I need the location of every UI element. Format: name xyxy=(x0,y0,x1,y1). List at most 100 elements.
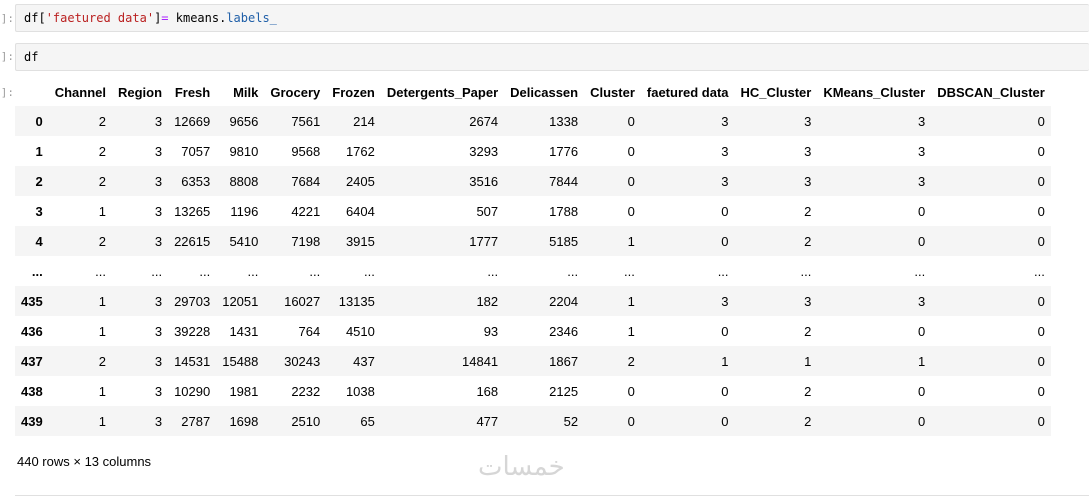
table-cell: 0 xyxy=(1037,353,1045,369)
column-header: Frozen xyxy=(332,84,375,100)
table-cell: 2 xyxy=(98,233,106,249)
table-cell: ... xyxy=(624,263,635,279)
table-row: 437 2 3 14531 15488 30243 437 14841 1867 2 1 1 1 0 xyxy=(15,346,1051,376)
row-index: 439 xyxy=(21,413,43,429)
cell-1-prompt: ]: xyxy=(0,12,14,25)
row-index: 1 xyxy=(35,143,43,159)
table-cell: 477 xyxy=(476,413,499,429)
table-cell: 1 xyxy=(627,233,635,249)
table-cell: 0 xyxy=(1037,143,1045,159)
table-cell: 1 xyxy=(98,203,106,219)
table-cell: 7844 xyxy=(549,173,579,189)
table-row: 436 1 3 39228 1431 764 4510 93 2346 1 0 2 0 0 xyxy=(15,316,1051,346)
column-header: faetured data xyxy=(646,84,729,100)
table-cell: 9568 xyxy=(291,143,321,159)
table-cell: 16027 xyxy=(284,293,321,309)
table-cell: ... xyxy=(567,263,579,279)
table-row: ........................................… xyxy=(15,256,1051,286)
table-cell: 3 xyxy=(804,113,812,129)
table-cell: 3 xyxy=(917,113,926,129)
table-cell: 1 xyxy=(627,293,635,309)
code-cell-1-input[interactable]: df['faetured data']= kmeans.labels_ xyxy=(15,4,1089,32)
table-cell: 3 xyxy=(917,173,926,189)
table-cell: ... xyxy=(309,263,321,279)
code-token: kmeans. xyxy=(168,11,227,25)
code-cell-2-input[interactable]: df xyxy=(15,43,1089,71)
table-cell: 3293 xyxy=(469,143,499,159)
table-cell: 1 xyxy=(917,353,926,369)
table-cell: 0 xyxy=(1037,173,1045,189)
table-cell: 0 xyxy=(1037,413,1045,429)
table-cell: ... xyxy=(800,263,812,279)
table-cell: 3 xyxy=(721,143,729,159)
table-cell: 507 xyxy=(476,203,499,219)
table-cell: 15488 xyxy=(222,353,259,369)
table-cell: 0 xyxy=(1037,113,1045,129)
table-cell: 3 xyxy=(804,173,812,189)
table-cell: 2 xyxy=(804,323,812,339)
column-header: Region xyxy=(118,84,163,100)
table-cell: 168 xyxy=(476,383,499,399)
table-cell: 10290 xyxy=(174,383,211,399)
table-cell: 1 xyxy=(804,353,812,369)
table-cell: 1 xyxy=(98,323,106,339)
table-cell: 182 xyxy=(476,293,499,309)
table-cell: 1788 xyxy=(549,203,579,219)
index-header xyxy=(15,78,49,106)
table-cell: 29703 xyxy=(174,293,211,309)
code-token: labels_ xyxy=(226,11,277,25)
table-cell: 3 xyxy=(154,353,163,369)
table-cell: 3 xyxy=(721,293,729,309)
table-row: 4 2 3 22615 5410 7198 3915 1777 5185 1 0 2 0 0 xyxy=(15,226,1051,256)
table-row: 2 2 3 6353 8808 7684 2405 3516 7844 0 3 3 3 0 xyxy=(15,166,1051,196)
table-cell: 13265 xyxy=(174,203,211,219)
table-row: 1 2 3 7057 9810 9568 1762 3293 1776 0 3 3 3 0 xyxy=(15,136,1051,166)
table-cell: 2 xyxy=(804,233,812,249)
row-index: 437 xyxy=(21,353,43,369)
table-cell: 0 xyxy=(627,383,635,399)
table-cell: 0 xyxy=(1037,233,1045,249)
table-cell: 5410 xyxy=(229,233,259,249)
table-cell: 93 xyxy=(483,323,499,339)
table-cell: 2 xyxy=(98,173,106,189)
table-cell: 22615 xyxy=(174,233,211,249)
table-cell: 2 xyxy=(627,353,635,369)
table-cell: 1 xyxy=(98,293,106,309)
table-cell: 0 xyxy=(1037,203,1045,219)
table-cell: 2405 xyxy=(345,173,375,189)
table-cell: 1981 xyxy=(229,383,259,399)
table-cell: 214 xyxy=(353,113,375,129)
table-cell: ... xyxy=(1034,263,1045,279)
table-cell: ... xyxy=(364,263,375,279)
table-cell: 0 xyxy=(721,323,729,339)
table-cell: 1762 xyxy=(345,143,375,159)
table-cell: 7684 xyxy=(291,173,321,189)
row-index: 4 xyxy=(35,233,43,249)
table-cell: 0 xyxy=(627,143,635,159)
dataframe-shape-text: 440 rows × 13 columns xyxy=(17,454,152,469)
column-header: Delicassen xyxy=(510,84,579,100)
table-cell: 1777 xyxy=(469,233,499,249)
table-cell: 3 xyxy=(154,233,163,249)
table-cell: 7198 xyxy=(291,233,321,249)
cell-2-prompt: ]: xyxy=(0,50,14,63)
table-cell: 2 xyxy=(804,413,812,429)
table-cell: 3 xyxy=(154,143,163,159)
table-row: 438 1 3 10290 1981 2232 1038 168 2125 0 0 2 0 0 xyxy=(15,376,1051,406)
table-cell: 2346 xyxy=(549,323,579,339)
table-cell: 2 xyxy=(98,353,106,369)
table-cell: 1038 xyxy=(345,383,375,399)
table-cell: 3915 xyxy=(345,233,375,249)
table-cell: 4221 xyxy=(291,203,321,219)
table-cell: 3 xyxy=(804,293,812,309)
table-cell: 2 xyxy=(98,143,106,159)
table-cell: 764 xyxy=(298,323,321,339)
table-cell: 2125 xyxy=(549,383,579,399)
row-index: 438 xyxy=(21,383,43,399)
table-cell: 1 xyxy=(627,323,635,339)
table-cell: 2232 xyxy=(291,383,321,399)
table-cell: 3516 xyxy=(469,173,499,189)
table-cell: 0 xyxy=(917,383,926,399)
table-cell: 1698 xyxy=(229,413,259,429)
row-index: 0 xyxy=(35,113,43,129)
